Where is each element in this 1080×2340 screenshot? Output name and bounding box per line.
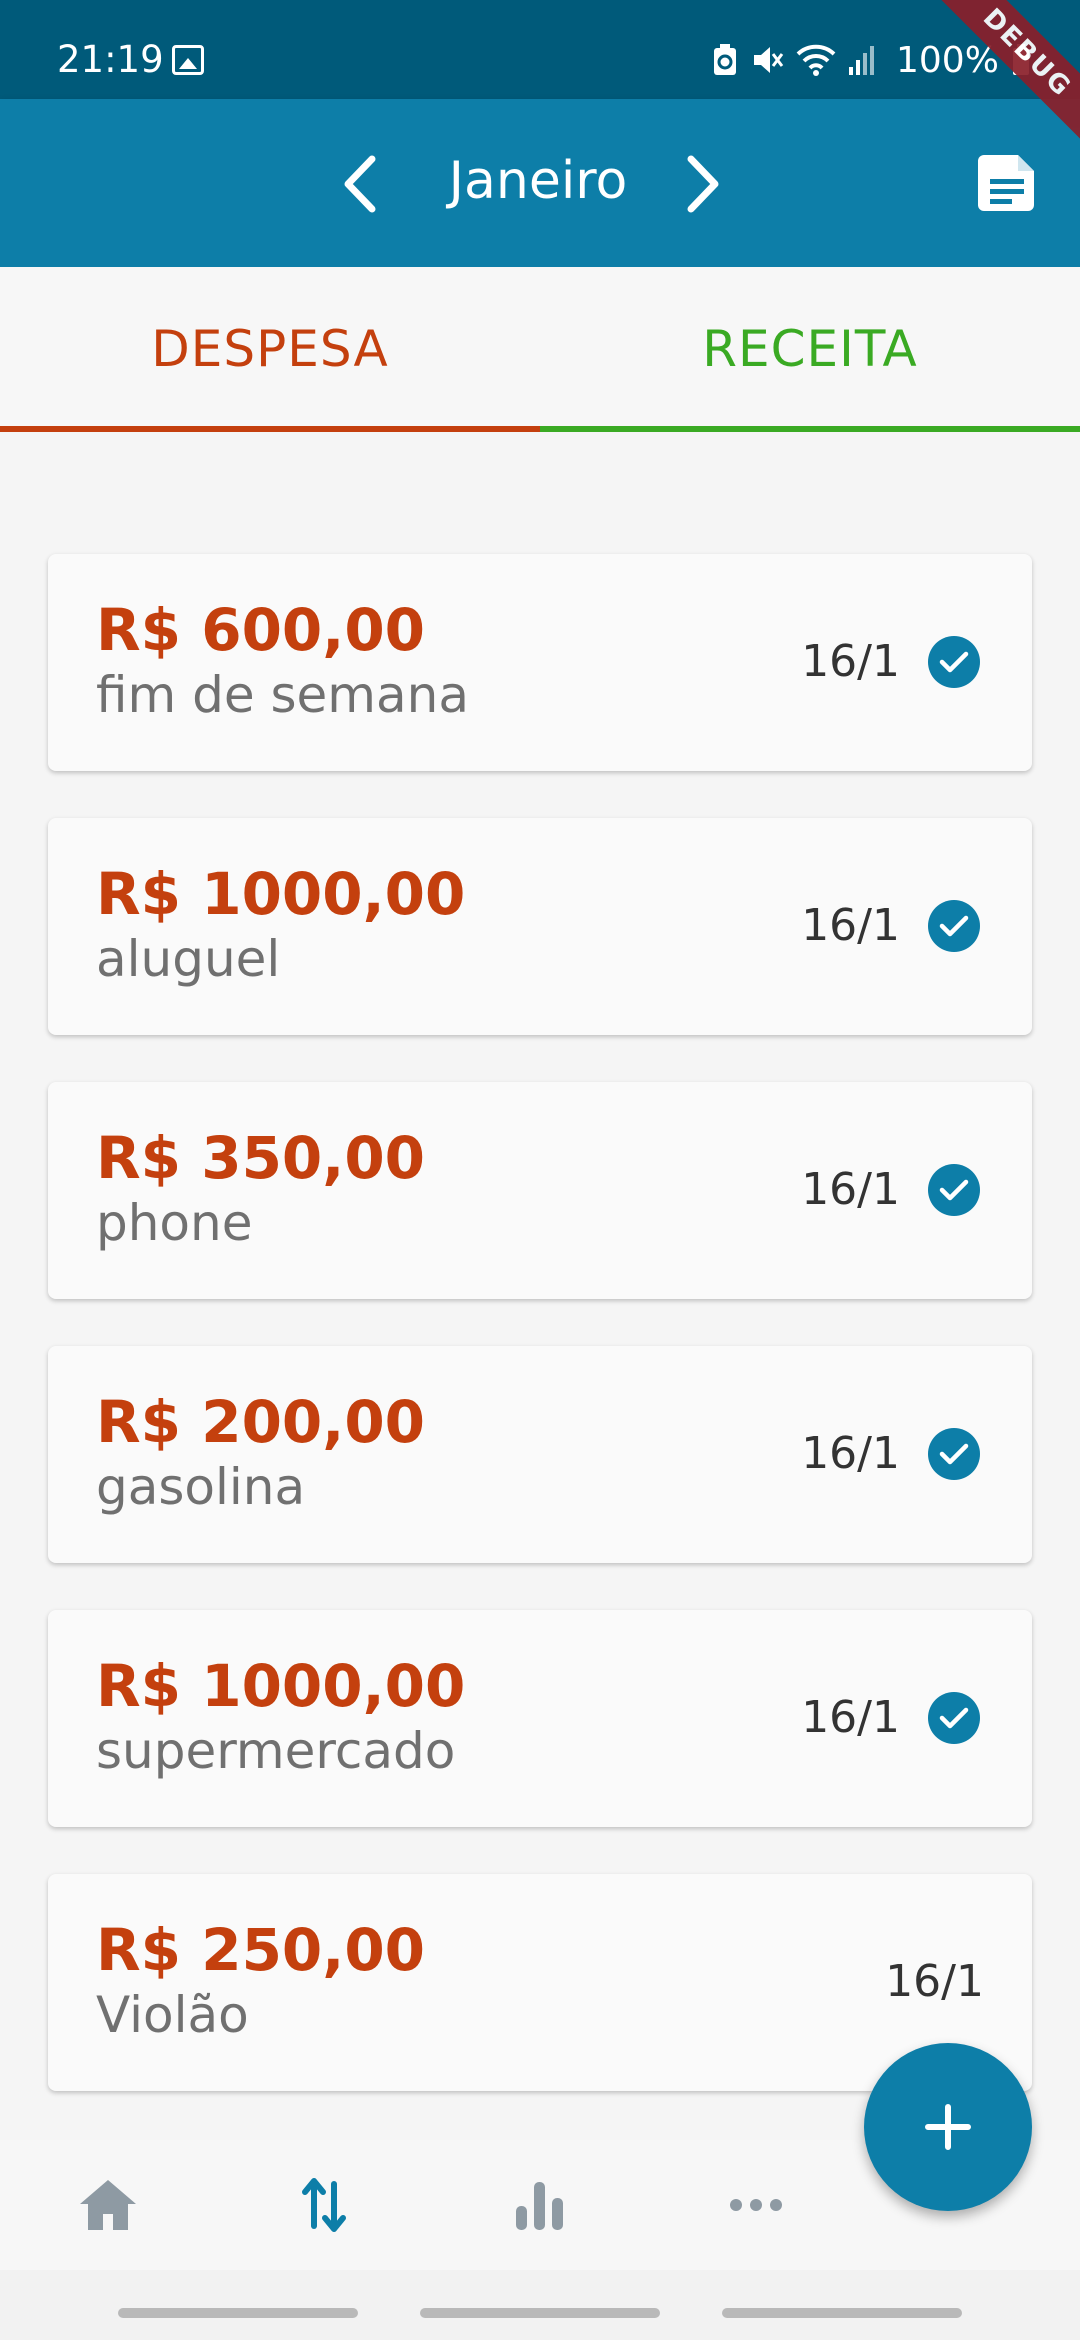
wifi-icon (796, 44, 836, 76)
battery-saver-icon (714, 44, 736, 75)
month-title: Janeiro (448, 151, 628, 211)
previous-month-button[interactable] (325, 149, 395, 219)
paid-check-icon (928, 1428, 980, 1480)
transaction-description: supermercado (96, 1722, 456, 1780)
transaction-description: fim de semana (96, 666, 469, 724)
gallery-icon (172, 45, 204, 75)
report-button[interactable] (978, 151, 1038, 213)
nav-more[interactable] (716, 2170, 796, 2240)
next-month-button[interactable] (668, 149, 738, 219)
transaction-date: 16/1 (885, 1956, 984, 2007)
paid-check-icon (928, 1164, 980, 1216)
plus-icon (925, 2104, 971, 2150)
gesture-pill[interactable] (420, 2308, 660, 2318)
transaction-card[interactable]: R$ 200,00 gasolina 16/1 (48, 1346, 1032, 1563)
chevron-right-icon (687, 155, 719, 213)
transaction-amount: R$ 1000,00 (96, 860, 466, 928)
transaction-list: R$ 600,00 fim de semana 16/1 R$ 1000,00 … (48, 554, 1032, 2138)
transaction-date: 16/1 (801, 1692, 900, 1743)
transactions-icon (302, 2178, 346, 2232)
transaction-amount: R$ 1000,00 (96, 1652, 466, 1720)
chevron-left-icon (344, 155, 376, 213)
more-icon (730, 2199, 782, 2211)
paid-check-icon (928, 636, 980, 688)
status-icons: 100% (712, 39, 1031, 81)
status-bar: 21:19 100% (0, 0, 1080, 99)
gesture-pill[interactable] (722, 2308, 962, 2318)
transaction-date: 16/1 (801, 1164, 900, 1215)
system-gesture-bar (0, 2270, 1080, 2340)
transaction-amount: R$ 250,00 (96, 1916, 426, 1984)
mute-icon (754, 47, 784, 73)
nav-charts[interactable] (500, 2170, 580, 2240)
tab-despesa[interactable]: DESPESA (0, 267, 540, 432)
bar-chart-icon (516, 2182, 563, 2230)
status-time: 21:19 (57, 38, 164, 81)
transaction-card[interactable]: R$ 350,00 phone 16/1 (48, 1082, 1032, 1299)
add-transaction-button[interactable] (864, 2043, 1032, 2211)
transaction-date: 16/1 (801, 900, 900, 951)
transaction-amount: R$ 200,00 (96, 1388, 426, 1456)
app-bar: Janeiro (0, 99, 1080, 267)
nav-home[interactable] (68, 2170, 148, 2240)
transaction-card[interactable]: R$ 1000,00 supermercado 16/1 (48, 1610, 1032, 1827)
paid-check-icon (928, 900, 980, 952)
gesture-pill[interactable] (118, 2308, 358, 2318)
type-tabs: DESPESA RECEITA (0, 267, 1080, 432)
home-icon (80, 2180, 136, 2230)
transaction-description: phone (96, 1194, 253, 1252)
transaction-amount: R$ 600,00 (96, 596, 426, 664)
transaction-description: Violão (96, 1986, 249, 2044)
tab-receita[interactable]: RECEITA (540, 267, 1080, 432)
transaction-date: 16/1 (801, 636, 900, 687)
signal-icon (849, 46, 874, 75)
nav-transactions[interactable] (284, 2170, 364, 2240)
transaction-card[interactable]: R$ 600,00 fim de semana 16/1 (48, 554, 1032, 771)
transaction-amount: R$ 350,00 (96, 1124, 426, 1192)
battery-percent: 100% (896, 39, 999, 81)
paid-check-icon (928, 1692, 980, 1744)
document-icon (978, 155, 1034, 211)
transaction-card[interactable]: R$ 250,00 Violão 16/1 (48, 1874, 1032, 2091)
transaction-description: aluguel (96, 930, 281, 988)
transaction-description: gasolina (96, 1458, 306, 1516)
transaction-date: 16/1 (801, 1428, 900, 1479)
transaction-card[interactable]: R$ 1000,00 aluguel 16/1 (48, 818, 1032, 1035)
